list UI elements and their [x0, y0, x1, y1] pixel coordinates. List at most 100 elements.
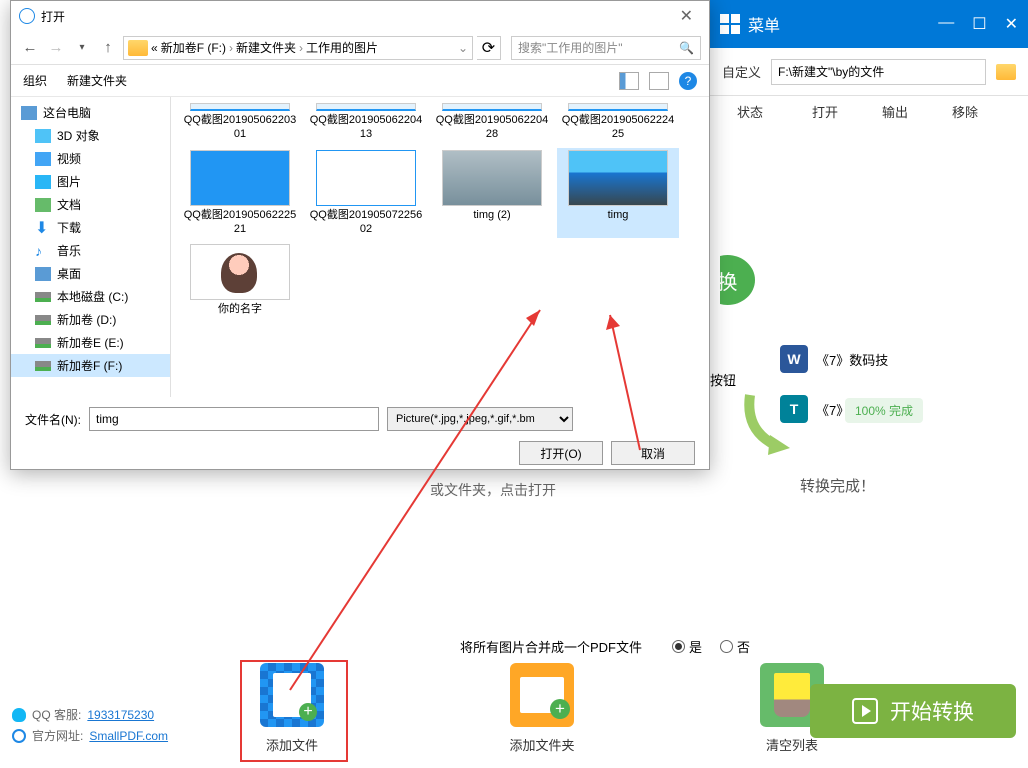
file-thumbnail [190, 244, 290, 300]
browse-folder-icon[interactable] [996, 64, 1016, 80]
col-remove: 移除 [930, 102, 1000, 121]
sidebar-videos[interactable]: 视频 [11, 147, 170, 170]
word-icon: W [780, 345, 808, 373]
col-open: 打开 [790, 102, 860, 121]
file-thumbnail [568, 150, 668, 206]
filetype-select[interactable]: Picture(*.jpg,*.jpeg,*.gif,*.bm [387, 407, 573, 431]
dialog-titlebar: 打开 ✕ [11, 1, 709, 31]
file-label: timg [608, 208, 629, 222]
file-thumbnail [316, 103, 416, 111]
filename-input[interactable] [89, 407, 379, 431]
nav-recent-icon[interactable]: ▾ [71, 37, 93, 59]
sidebar-desktop[interactable]: 桌面 [11, 262, 170, 285]
file-label: QQ截图20190506220413 [307, 113, 425, 142]
open-button[interactable]: 打开(O) [519, 441, 603, 465]
filename-label: 文件名(N): [25, 411, 81, 428]
minimize-icon[interactable]: — [938, 14, 954, 34]
file-thumbnail [190, 150, 290, 206]
file-thumbnail [442, 103, 542, 111]
refresh-icon[interactable]: ⟳ [477, 36, 501, 60]
file-label: QQ截图20190507225602 [307, 208, 425, 237]
menu-icon [720, 14, 740, 34]
preview-pane-icon[interactable] [649, 72, 669, 90]
sidebar-drive-d[interactable]: 新加卷 (D:) [11, 308, 170, 331]
file-open-dialog: 打开 ✕ ← → ▾ ↑ « 新加卷F (F:)› 新建文件夹› 工作用的图片 … [10, 0, 710, 470]
file-label: QQ截图20190506220301 [181, 113, 299, 142]
radio-group: 是 否 [672, 637, 750, 656]
dialog-close-icon[interactable]: ✕ [672, 6, 701, 26]
qq-icon [12, 708, 26, 722]
nav-forward-icon[interactable]: → [45, 37, 67, 59]
file-item[interactable]: QQ截图20190507225602 [305, 148, 427, 239]
new-folder-button[interactable]: 新建文件夹 [67, 72, 127, 89]
doc-item-word: W 《7》数码技 [780, 345, 888, 373]
close-icon[interactable]: ✕ [1005, 14, 1018, 34]
cancel-button[interactable]: 取消 [611, 441, 695, 465]
dialog-footer: 文件名(N): Picture(*.jpg,*.jpeg,*.gif,*.bm … [11, 397, 709, 475]
file-item[interactable]: 你的名字 [179, 242, 301, 318]
breadcrumb-folder-icon [128, 40, 148, 56]
file-item[interactable]: timg [557, 148, 679, 239]
start-convert-button[interactable]: 开始转换 [810, 684, 1016, 738]
file-item[interactable]: QQ截图20190506222521 [179, 148, 301, 239]
right-panel: 换 按钮 W 《7》数码技 T 《7》 100% 完成 转换完成！ [710, 130, 1028, 630]
doc-w-label: 《7》数码技 [816, 350, 888, 369]
bottom-actions: 添加文件 添加文件夹 清空列表 [237, 663, 847, 754]
file-item[interactable]: timg (2) [431, 148, 553, 239]
file-thumbnail [316, 150, 416, 206]
menu-button[interactable]: 菜单 [720, 12, 780, 36]
dialog-title: 打开 [41, 8, 65, 25]
file-item[interactable]: QQ截图20190506220428 [431, 101, 553, 144]
dialog-toolbar: 组织 新建文件夹 ? [11, 65, 709, 97]
sidebar-downloads[interactable]: ⬇下载 [11, 216, 170, 239]
file-label: timg (2) [473, 208, 510, 222]
sidebar: 这台电脑 3D 对象 视频 图片 文档 ⬇下载 ♪音乐 桌面 本地磁盘 (C:)… [11, 97, 171, 397]
menu-label: 菜单 [748, 12, 780, 36]
col-status: 状态 [710, 102, 790, 121]
breadcrumb[interactable]: « 新加卷F (F:)› 新建文件夹› 工作用的图片 ⌄ [123, 36, 473, 60]
file-item[interactable]: QQ截图20190506220301 [179, 101, 301, 144]
view-mode-icon[interactable] [619, 72, 639, 90]
nav-up-icon[interactable]: ↑ [97, 37, 119, 59]
nav-back-icon[interactable]: ← [19, 37, 41, 59]
col-output: 输出 [860, 102, 930, 121]
site-link[interactable]: SmallPDF.com [89, 729, 168, 743]
search-icon: 🔍 [679, 41, 694, 55]
sidebar-3d-objects[interactable]: 3D 对象 [11, 124, 170, 147]
radio-yes[interactable]: 是 [672, 637, 702, 656]
footer-info: QQ 客服: 1933175230 官方网址: SmallPDF.com [12, 706, 168, 748]
app-header: 菜单 — ☐ ✕ [710, 0, 1028, 48]
sidebar-drive-c[interactable]: 本地磁盘 (C:) [11, 285, 170, 308]
organize-menu[interactable]: 组织 [23, 72, 47, 89]
sidebar-pictures[interactable]: 图片 [11, 170, 170, 193]
file-thumbnail [568, 103, 668, 111]
file-label: QQ截图20190506220428 [433, 113, 551, 142]
add-file-icon [260, 663, 324, 727]
sidebar-drive-f[interactable]: 新加卷F (F:) [11, 354, 170, 377]
sidebar-music[interactable]: ♪音乐 [11, 239, 170, 262]
button-hint: 按钮 [710, 370, 736, 389]
radio-no[interactable]: 否 [720, 637, 750, 656]
output-path-input[interactable] [771, 59, 986, 85]
sidebar-documents[interactable]: 文档 [11, 193, 170, 216]
file-item[interactable]: QQ截图20190506220413 [305, 101, 427, 144]
add-folder-button[interactable]: 添加文件夹 [487, 663, 597, 754]
window-controls: — ☐ ✕ [938, 14, 1018, 34]
ie-icon [12, 729, 26, 743]
add-file-button[interactable]: 添加文件 [237, 663, 347, 754]
file-item[interactable]: QQ截图20190506222425 [557, 101, 679, 144]
file-thumbnail [190, 103, 290, 111]
play-icon [852, 698, 878, 724]
file-label: QQ截图20190506222425 [559, 113, 677, 142]
file-label: QQ截图20190506222521 [181, 208, 299, 237]
sidebar-this-pc[interactable]: 这台电脑 [11, 101, 170, 124]
app-toolbar: 自定义 [710, 48, 1028, 96]
green-arrow-icon [740, 390, 800, 460]
sidebar-drive-e[interactable]: 新加卷E (E:) [11, 331, 170, 354]
qq-link[interactable]: 1933175230 [87, 708, 154, 722]
help-icon[interactable]: ? [679, 72, 697, 90]
complete-text: 转换完成！ [800, 475, 875, 496]
maximize-icon[interactable]: ☐ [972, 14, 986, 34]
search-input[interactable]: 搜索"工作用的图片" 🔍 [511, 36, 701, 60]
merge-question: 将所有图片合并成一个PDF文件 [460, 637, 642, 656]
